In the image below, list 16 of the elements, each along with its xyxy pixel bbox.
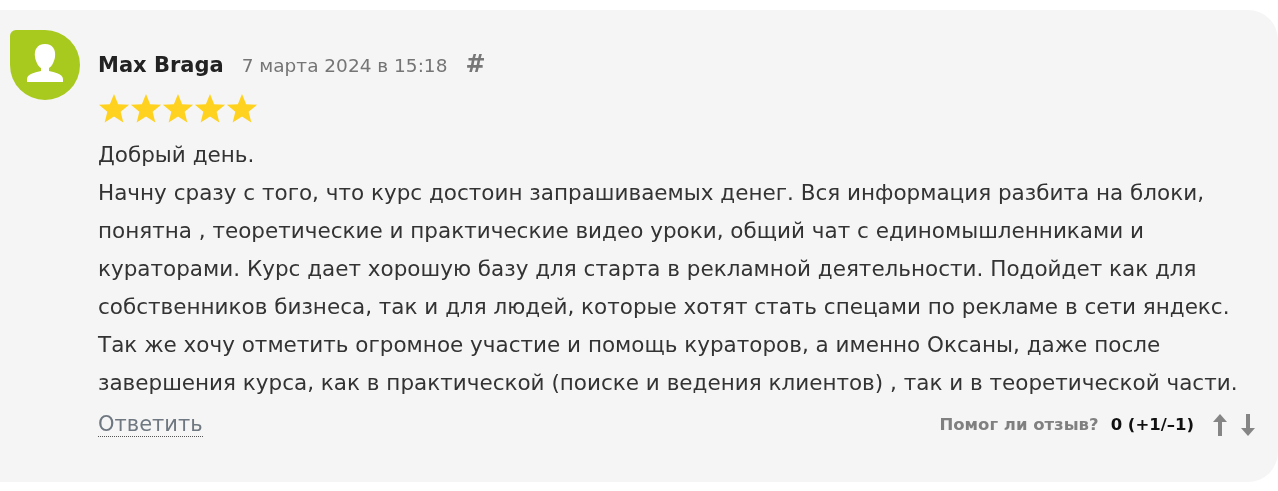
- helpful-label: Помог ли отзыв?: [939, 415, 1099, 434]
- star-icon: [194, 92, 226, 124]
- reply-link[interactable]: Ответить: [98, 412, 203, 437]
- star-icon: [226, 92, 258, 124]
- permalink[interactable]: #: [465, 50, 486, 78]
- avatar-icon: [10, 30, 80, 100]
- star-icon: [98, 92, 130, 124]
- star-icon: [162, 92, 194, 124]
- upvote-icon[interactable]: [1212, 412, 1228, 437]
- review-text: Добрый день.: [98, 141, 256, 169]
- review-text: Начну сразу с того, что курс достоин запрашиваемых денег. Вся информация разбита на блоки, понятна , теоретические и практические видео уроки, общий чат с единомышленниками и кураторами. Курс дает хорошую базу для старта в рекламной деятельности. Подойдет как для собственников бизнеса, так и для людей, которые хотят стать спецами по рекламе в сети яндекс. Так же хочу отметить огромное участие и помощь кураторов, а именно Оксаны, даже после завершения курса, как в практической (поиске и ведения клиентов) , так и в теоретической части.: [98, 179, 1239, 397]
- downvote-icon[interactable]: [1240, 412, 1256, 437]
- vote-score: 0 (+1/–1): [1110, 415, 1194, 434]
- star-icon: [130, 92, 162, 124]
- author-name: Max Braga: [98, 53, 224, 77]
- review-date: 7 марта 2024 в 15:18: [241, 55, 448, 76]
